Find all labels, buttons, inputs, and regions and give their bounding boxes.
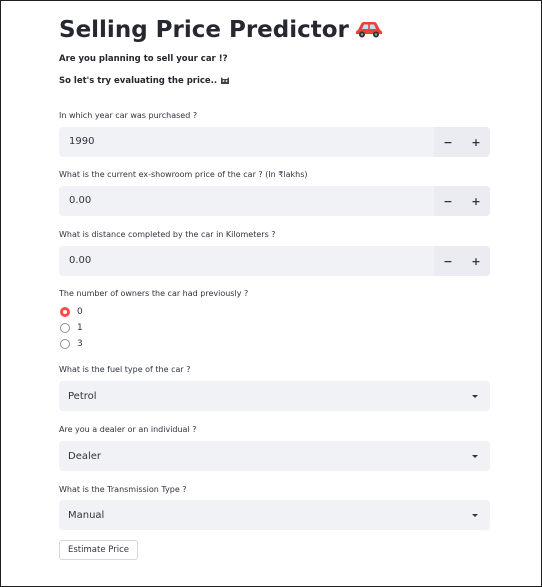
owners-option-3[interactable]: 3 (60, 337, 83, 351)
year-label: In which year car was purchased ? (59, 111, 198, 120)
fuel-select[interactable]: Petrol (59, 381, 490, 411)
year-decrement-button[interactable]: − (434, 127, 462, 157)
distance-increment-button[interactable]: + (462, 246, 490, 276)
seller-select[interactable]: Dealer (59, 441, 490, 471)
price-decrement-button[interactable]: − (434, 186, 462, 216)
chevron-down-icon (472, 394, 478, 398)
owners-option-label: 1 (77, 323, 83, 333)
intro-line-1: Are you planning to sell your car !? (59, 54, 228, 64)
owners-label: The number of owners the car had previou… (59, 289, 249, 298)
page-title-text: Selling Price Predictor (59, 17, 349, 43)
chevron-down-icon (472, 513, 478, 517)
price-stepper: − + (434, 186, 490, 216)
owners-option-0[interactable]: 0 (60, 305, 83, 319)
price-number-input: 0.00 − + (59, 186, 490, 216)
seller-selected-value: Dealer (68, 450, 102, 462)
fuel-selected-value: Petrol (68, 390, 97, 402)
owners-option-1[interactable]: 1 (60, 321, 83, 335)
chevron-down-icon (472, 454, 478, 458)
cat-face-icon (220, 75, 230, 89)
page-title: Selling Price Predictor (59, 13, 383, 48)
price-label: What is the current ex-showroom price of… (59, 170, 308, 179)
transmission-label: What is the Transmission Type ? (59, 485, 187, 494)
distance-number-input: 0.00 − + (59, 246, 490, 276)
distance-stepper: − + (434, 246, 490, 276)
year-number-input: 1990 − + (59, 127, 490, 157)
distance-label: What is distance completed by the car in… (59, 230, 276, 239)
owners-option-label: 3 (77, 339, 83, 349)
intro-line-2-text: So let's try evaluating the price.. (59, 76, 218, 86)
distance-value[interactable]: 0.00 (59, 246, 434, 276)
price-increment-button[interactable]: + (462, 186, 490, 216)
transmission-selected-value: Manual (68, 509, 105, 521)
car-icon (355, 14, 383, 48)
radio-button[interactable] (60, 339, 70, 349)
year-increment-button[interactable]: + (462, 127, 490, 157)
distance-decrement-button[interactable]: − (434, 246, 462, 276)
estimate-price-button[interactable]: Estimate Price (59, 540, 138, 560)
transmission-select[interactable]: Manual (59, 500, 490, 530)
intro-line-2: So let's try evaluating the price.. (59, 75, 230, 89)
year-value[interactable]: 1990 (59, 127, 434, 157)
fuel-label: What is the fuel type of the car ? (59, 365, 191, 374)
price-value[interactable]: 0.00 (59, 186, 434, 216)
owners-option-label: 0 (77, 307, 83, 317)
radio-button[interactable] (60, 323, 70, 333)
seller-label: Are you a dealer or an individual ? (59, 425, 197, 434)
radio-button-selected[interactable] (60, 307, 70, 317)
year-stepper: − + (434, 127, 490, 157)
